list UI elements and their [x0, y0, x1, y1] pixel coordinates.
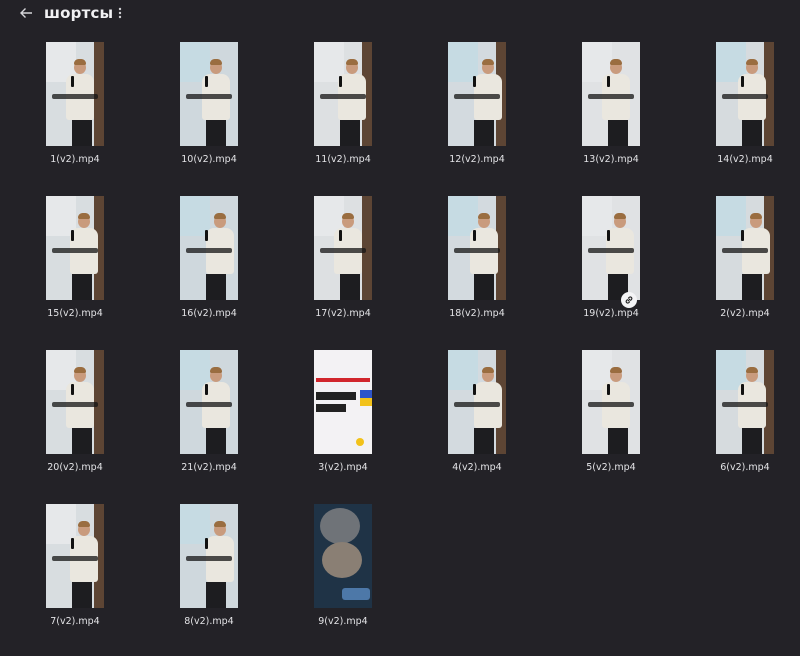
video-thumbnail [314, 42, 372, 146]
video-thumbnail [448, 196, 506, 300]
video-thumbnail [46, 42, 104, 146]
video-thumbnail [180, 350, 238, 454]
file-tile[interactable]: 14(v2).mp4 [678, 40, 800, 194]
file-tile[interactable]: 15(v2).mp4 [8, 194, 142, 348]
file-name: 18(v2).mp4 [449, 308, 505, 319]
file-name: 10(v2).mp4 [181, 154, 237, 165]
video-thumbnail [314, 196, 372, 300]
video-thumbnail [46, 196, 104, 300]
back-button[interactable] [14, 2, 38, 24]
video-thumbnail [716, 42, 774, 146]
file-tile[interactable]: 4(v2).mp4 [410, 348, 544, 502]
file-tile[interactable]: 5(v2).mp4 [544, 348, 678, 502]
file-name: 21(v2).mp4 [181, 462, 237, 473]
file-tile[interactable]: 10(v2).mp4 [142, 40, 276, 194]
file-tile[interactable]: 20(v2).mp4 [8, 348, 142, 502]
file-name: 4(v2).mp4 [452, 462, 502, 473]
video-thumbnail [46, 350, 104, 454]
video-thumbnail [180, 504, 238, 608]
file-tile[interactable]: 11(v2).mp4 [276, 40, 410, 194]
file-tile[interactable]: 6(v2).mp4 [678, 348, 800, 502]
link-icon [625, 296, 633, 304]
file-name: 9(v2).mp4 [318, 616, 368, 627]
file-tile[interactable]: 19(v2).mp4 [544, 194, 678, 348]
file-tile[interactable]: 1(v2).mp4 [8, 40, 142, 194]
file-tile[interactable]: 13(v2).mp4 [544, 40, 678, 194]
file-tile[interactable]: 17(v2).mp4 [276, 194, 410, 348]
file-tile[interactable]: 7(v2).mp4 [8, 502, 142, 656]
video-thumbnail [716, 196, 774, 300]
file-tile[interactable]: 8(v2).mp4 [142, 502, 276, 656]
file-tile[interactable]: 12(v2).mp4 [410, 40, 544, 194]
file-name: 6(v2).mp4 [720, 462, 770, 473]
file-name: 16(v2).mp4 [181, 308, 237, 319]
file-tile[interactable]: 16(v2).mp4 [142, 194, 276, 348]
video-thumbnail [448, 350, 506, 454]
top-bar: шортсы [0, 0, 800, 28]
video-thumbnail [314, 350, 372, 454]
file-name: 19(v2).mp4 [583, 308, 639, 319]
file-name: 14(v2).mp4 [717, 154, 773, 165]
video-thumbnail [582, 196, 640, 300]
folder-title: шортсы [44, 4, 114, 22]
video-thumbnail [180, 42, 238, 146]
file-name: 7(v2).mp4 [50, 616, 100, 627]
file-name: 3(v2).mp4 [318, 462, 368, 473]
file-name: 8(v2).mp4 [184, 616, 234, 627]
file-name: 20(v2).mp4 [47, 462, 103, 473]
arrow-left-icon [20, 8, 32, 18]
file-name: 17(v2).mp4 [315, 308, 371, 319]
video-thumbnail [180, 196, 238, 300]
file-name: 13(v2).mp4 [583, 154, 639, 165]
file-name: 11(v2).mp4 [315, 154, 371, 165]
file-tile[interactable]: 3(v2).mp4 [276, 348, 410, 502]
file-tile[interactable]: 9(v2).mp4 [276, 502, 410, 656]
video-thumbnail [582, 350, 640, 454]
video-thumbnail [448, 42, 506, 146]
file-grid: 1(v2).mp4 10(v2).mp4 11(v2).mp4 12(v2).mp4 1… [8, 40, 800, 656]
link-badge [621, 292, 637, 308]
more-vertical-icon [118, 7, 122, 19]
file-name: 1(v2).mp4 [50, 154, 100, 165]
file-tile[interactable]: 21(v2).mp4 [142, 348, 276, 502]
video-thumbnail [46, 504, 104, 608]
file-name: 15(v2).mp4 [47, 308, 103, 319]
video-thumbnail [716, 350, 774, 454]
file-name: 5(v2).mp4 [586, 462, 636, 473]
file-name: 12(v2).mp4 [449, 154, 505, 165]
file-tile[interactable]: 2(v2).mp4 [678, 194, 800, 348]
video-thumbnail [314, 504, 372, 608]
video-thumbnail [582, 42, 640, 146]
more-options-button[interactable] [112, 4, 128, 22]
file-name: 2(v2).mp4 [720, 308, 770, 319]
file-tile[interactable]: 18(v2).mp4 [410, 194, 544, 348]
